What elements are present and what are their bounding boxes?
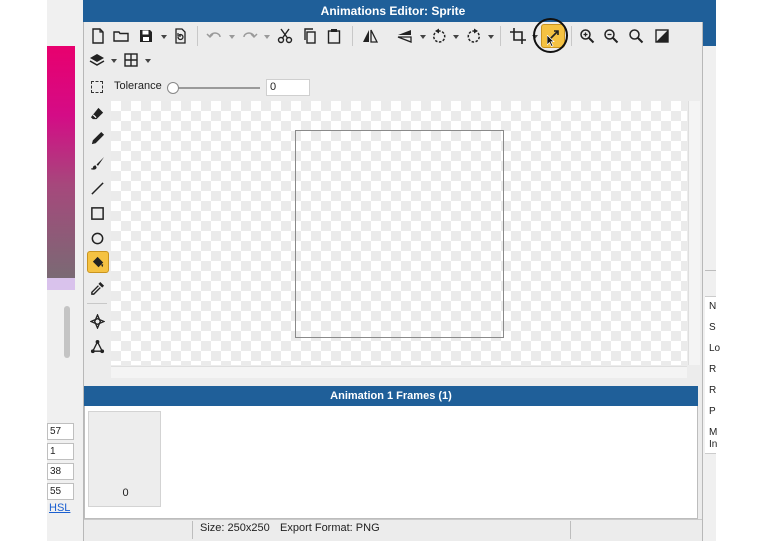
- tolerance-input[interactable]: 0: [266, 79, 310, 96]
- frame-index: 0: [122, 487, 129, 499]
- rotate-left-icon[interactable]: [429, 26, 449, 46]
- color-value-field[interactable]: 55: [47, 483, 74, 500]
- sprite-canvas[interactable]: [295, 130, 504, 338]
- color-gradient[interactable]: [47, 46, 75, 278]
- property-label: S: [709, 322, 716, 333]
- selection-mode-icon[interactable]: [91, 81, 103, 93]
- flip-vertical-icon[interactable]: [395, 26, 415, 46]
- new-file-icon[interactable]: [88, 26, 108, 46]
- frame-thumbnail[interactable]: 0: [88, 411, 161, 507]
- status-divider: [192, 521, 193, 539]
- status-bar: [84, 519, 702, 541]
- pencil-icon: [91, 131, 104, 144]
- crop-icon[interactable]: [508, 26, 528, 46]
- toolbar-separator: [197, 26, 198, 46]
- mouse-cursor-icon: [546, 34, 555, 47]
- redo-menu-caret[interactable]: [264, 35, 270, 39]
- rotate-left-menu-caret[interactable]: [453, 35, 459, 39]
- tools-separator: [87, 303, 107, 304]
- line-tool[interactable]: [87, 178, 107, 198]
- redo-icon[interactable]: [240, 26, 260, 46]
- status-format: Export Format: PNG: [280, 522, 380, 534]
- property-label: N: [709, 301, 717, 312]
- property-label: P: [709, 406, 716, 417]
- zoom-fit-icon[interactable]: [626, 26, 646, 46]
- copy-icon[interactable]: [300, 26, 320, 46]
- undo-menu-caret[interactable]: [229, 35, 235, 39]
- save-menu-caret[interactable]: [161, 35, 167, 39]
- color-value-field[interactable]: 38: [47, 463, 74, 480]
- zoom-in-icon[interactable]: [577, 26, 597, 46]
- tolerance-slider-knob[interactable]: [167, 82, 179, 94]
- move-point-icon: [89, 313, 105, 329]
- toolbar-separator: [571, 26, 572, 46]
- canvas-hscrollbar[interactable]: [111, 366, 687, 378]
- move-point-tool[interactable]: [87, 311, 107, 331]
- status-divider: [570, 521, 571, 539]
- property-label: R: [709, 385, 717, 396]
- layers-menu-caret[interactable]: [111, 59, 117, 63]
- pencil-tool[interactable]: [87, 128, 107, 148]
- node-icon: [90, 339, 104, 353]
- frames-panel-header: Animation 1 Frames (1): [84, 386, 698, 406]
- color-value-field[interactable]: 1: [47, 443, 74, 460]
- status-size: Size: 250x250: [200, 522, 270, 534]
- line-icon: [90, 181, 104, 195]
- tolerance-label: Tolerance: [114, 80, 162, 92]
- undo-icon[interactable]: [204, 26, 224, 46]
- right-panel-divider: [705, 270, 716, 271]
- open-folder-icon[interactable]: [111, 26, 131, 46]
- zoom-out-icon[interactable]: [601, 26, 621, 46]
- rotate-right-menu-caret[interactable]: [488, 35, 494, 39]
- frames-panel-title: Animation 1 Frames (1): [330, 390, 452, 402]
- eyedropper-tool[interactable]: [87, 278, 107, 298]
- tolerance-slider-track: [170, 87, 260, 89]
- eyedropper-icon: [90, 281, 104, 295]
- node-tool[interactable]: [87, 336, 107, 356]
- eraser-tool[interactable]: [87, 103, 107, 123]
- hue-strip[interactable]: [47, 278, 75, 290]
- layers-icon[interactable]: [87, 50, 107, 70]
- rectangle-tool[interactable]: [87, 203, 107, 223]
- window-titlebar: Animations Editor: Sprite: [83, 0, 703, 22]
- right-panel-header: [703, 0, 716, 46]
- paint-bucket-icon: [92, 256, 103, 267]
- color-value-field[interactable]: 57: [47, 423, 74, 440]
- canvas-vscrollbar[interactable]: [688, 101, 700, 365]
- grid-menu-caret[interactable]: [145, 59, 151, 63]
- window-title: Animations Editor: Sprite: [320, 4, 466, 18]
- left-scrollbar[interactable]: [64, 306, 70, 358]
- toolbar-separator: [352, 26, 353, 46]
- hsl-link[interactable]: HSL: [49, 502, 70, 514]
- paint-bucket-tool[interactable]: [87, 251, 109, 273]
- paste-icon[interactable]: [324, 26, 344, 46]
- eraser-icon: [90, 107, 103, 119]
- toolbar-separator: [500, 26, 501, 46]
- cut-icon[interactable]: [275, 26, 295, 46]
- property-label: M: [709, 427, 718, 438]
- rectangle-icon: [90, 206, 104, 220]
- ellipse-icon: [91, 232, 103, 244]
- invert-icon[interactable]: [652, 26, 672, 46]
- rotate-right-icon[interactable]: [464, 26, 484, 46]
- tolerance-slider[interactable]: [167, 82, 262, 94]
- ellipse-tool[interactable]: [87, 228, 107, 248]
- revert-icon[interactable]: [170, 26, 190, 46]
- flip-menu-caret[interactable]: [420, 35, 426, 39]
- property-label: In: [709, 439, 718, 450]
- grid-icon[interactable]: [121, 50, 141, 70]
- brush-icon: [90, 156, 104, 170]
- save-icon[interactable]: [136, 26, 156, 46]
- brush-tool[interactable]: [87, 153, 107, 173]
- property-label: R: [709, 364, 717, 375]
- flip-horizontal-icon[interactable]: [360, 26, 380, 46]
- property-label: Lo: [709, 343, 721, 354]
